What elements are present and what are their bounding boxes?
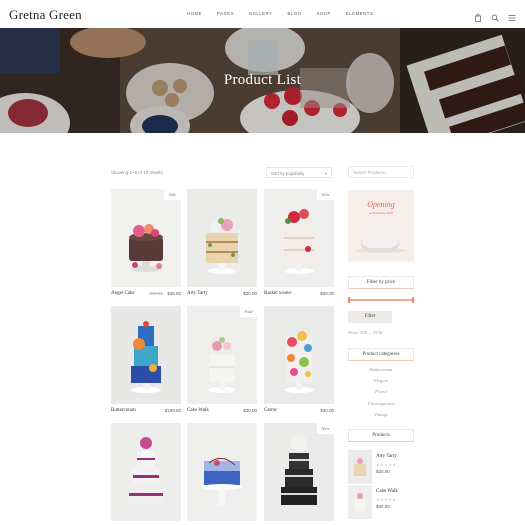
rating-stars: ★★★★★ bbox=[376, 462, 397, 467]
product-name[interactable]: Arty Tarty bbox=[187, 291, 208, 296]
main-nav: HOME PAGES GALLERY BLOG SHOP ELEMENTS bbox=[187, 11, 388, 16]
product-price: $30.00 bbox=[243, 408, 257, 413]
page-title: Product List bbox=[223, 72, 302, 88]
product-categories-title: Product categories bbox=[348, 348, 414, 361]
promo-subtitle: in February 2016 bbox=[368, 211, 394, 215]
category-item[interactable]: Uncategorized bbox=[348, 401, 414, 412]
sidebar-product-name[interactable]: Cake Walk bbox=[376, 489, 398, 494]
price-range-label: Price: $20 — $130 bbox=[348, 330, 383, 335]
sold-badge: Sold bbox=[240, 306, 257, 317]
product-image[interactable] bbox=[187, 306, 257, 404]
product-image[interactable] bbox=[187, 189, 257, 287]
product-image[interactable] bbox=[264, 306, 334, 404]
site-header: Gretna Green HOME PAGES GALLERY BLOG SHO… bbox=[0, 0, 525, 28]
sidebar-product-thumb[interactable] bbox=[348, 485, 372, 519]
sidebar-product-thumb[interactable] bbox=[348, 450, 372, 484]
rating-stars: ★★★★★ bbox=[376, 497, 397, 502]
category-list: Buttercream Elegant Floral Uncategorized… bbox=[348, 367, 414, 423]
product-image[interactable] bbox=[264, 423, 334, 521]
filter-price-title: Filter by price bbox=[348, 276, 414, 289]
product-old-price: $40.00 bbox=[149, 291, 163, 296]
category-item[interactable]: Elegant bbox=[348, 378, 414, 389]
filter-button[interactable]: Filter bbox=[348, 311, 392, 323]
promo-cake-image bbox=[361, 224, 399, 252]
product-image[interactable] bbox=[111, 306, 181, 404]
product-price: $35.00 bbox=[167, 291, 181, 296]
product-name[interactable]: Buttercream bbox=[111, 408, 136, 413]
category-item[interactable]: Buttercream bbox=[348, 367, 414, 378]
sidebar-product-name[interactable]: Arty Tarty bbox=[376, 454, 397, 459]
search-placeholder: Search Products... bbox=[353, 170, 389, 175]
category-item[interactable]: Floral bbox=[348, 389, 414, 400]
product-image[interactable] bbox=[111, 423, 181, 521]
product-price: $100.00 bbox=[164, 408, 181, 413]
product-image[interactable] bbox=[111, 189, 181, 287]
sale-badge: Sale bbox=[164, 189, 181, 200]
sort-select[interactable]: Sort by popularity ▾ bbox=[266, 167, 332, 178]
promo-banner[interactable]: Opening in February 2016 bbox=[348, 190, 414, 262]
sidebar-product-price: $30.00 bbox=[376, 504, 390, 509]
site-logo[interactable]: Gretna Green bbox=[9, 7, 82, 23]
sort-select-value: Sort by popularity bbox=[271, 171, 305, 176]
product-name[interactable]: Basket weave bbox=[264, 291, 292, 296]
nav-item-home[interactable]: HOME bbox=[187, 11, 202, 16]
product-image[interactable] bbox=[187, 423, 257, 521]
product-image[interactable] bbox=[264, 189, 334, 287]
cart-icon[interactable] bbox=[474, 9, 482, 22]
header-icons bbox=[474, 9, 516, 22]
product-name[interactable]: Cake Walk bbox=[187, 408, 209, 413]
new-badge: New bbox=[317, 189, 334, 200]
product-price: $30.00 bbox=[320, 408, 334, 413]
products-widget-title: Products bbox=[348, 429, 414, 442]
product-search-input[interactable]: Search Products... bbox=[348, 166, 414, 178]
new-badge: New bbox=[317, 423, 334, 434]
product-price: $20.00 bbox=[320, 291, 334, 296]
product-price: $20.00 bbox=[243, 291, 257, 296]
hero-banner: Product List bbox=[0, 28, 525, 133]
nav-item-shop[interactable]: SHOP bbox=[317, 11, 331, 16]
sidebar-product-item[interactable]: Cake Walk ★★★★★ $30.00 bbox=[348, 485, 414, 521]
sidebar-product-price: $20.00 bbox=[376, 469, 390, 474]
search-icon[interactable] bbox=[491, 9, 499, 22]
menu-icon[interactable] bbox=[508, 9, 516, 21]
nav-item-elements[interactable]: ELEMENTS bbox=[346, 11, 373, 16]
product-name[interactable]: Carrot bbox=[264, 408, 277, 413]
sidebar-product-item[interactable]: Arty Tarty ★★★★★ $20.00 bbox=[348, 450, 414, 486]
nav-item-gallery[interactable]: GALLERY bbox=[249, 11, 272, 16]
category-item[interactable]: Vintage bbox=[348, 412, 414, 423]
promo-title: Opening bbox=[367, 200, 395, 209]
product-name[interactable]: Angel Cake bbox=[111, 291, 135, 296]
nav-item-blog[interactable]: BLOG bbox=[288, 11, 302, 16]
nav-item-pages[interactable]: PAGES bbox=[217, 11, 234, 16]
chevron-down-icon: ▾ bbox=[324, 171, 327, 176]
result-count: Showing 1–9 of 10 results bbox=[111, 170, 163, 175]
price-slider[interactable] bbox=[348, 297, 414, 303]
